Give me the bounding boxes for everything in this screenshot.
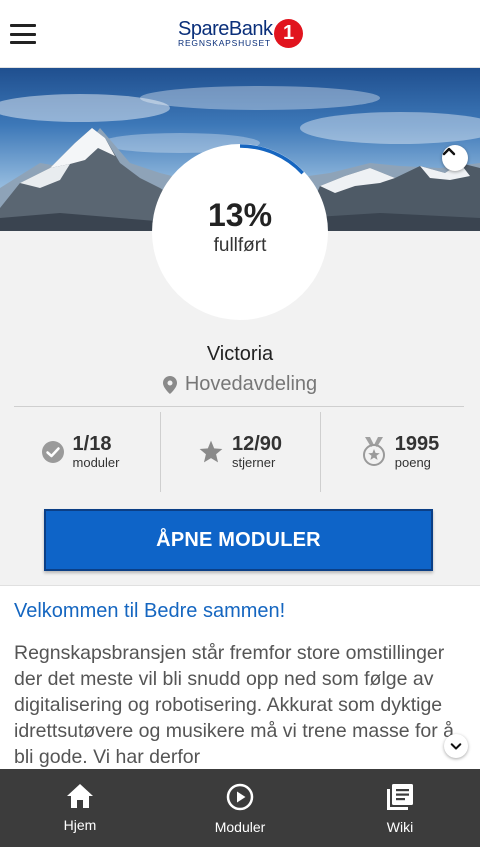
home-icon	[67, 784, 93, 808]
nav-item-wiki[interactable]: Wiki	[320, 769, 480, 847]
location-pin-icon	[162, 375, 177, 394]
stat-value: 12/90	[231, 433, 283, 455]
nav-item-home[interactable]: Hjem	[0, 769, 160, 847]
profile-divider	[14, 406, 464, 407]
play-circle-icon	[226, 783, 254, 811]
chevron-up-icon	[442, 147, 456, 156]
library-icon	[387, 784, 413, 810]
logo-badge: 1	[274, 19, 303, 48]
department-label: Hovedavdeling	[184, 373, 318, 395]
user-department: Hovedavdeling	[0, 373, 480, 396]
star-icon	[199, 440, 223, 463]
stat-label: poeng	[394, 455, 431, 470]
user-name: Victoria	[206, 343, 274, 365]
article-title: Velkommen til Bedre sammen!	[14, 600, 286, 622]
stat-points: 1995 poeng	[320, 412, 480, 492]
medal-icon	[362, 437, 385, 466]
stat-label: stjerner	[231, 455, 276, 470]
nav-item-modules[interactable]: Moduler	[160, 769, 320, 847]
sparebank-logo[interactable]: SpareBank REGNSKAPSHUSET 1	[178, 18, 304, 52]
stat-stars: 12/90 stjerner	[160, 412, 320, 492]
stats-row: 1/18 moduler 12/90 stjerner 1995 poeng	[0, 412, 480, 492]
article-body: Regnskapsbransjen står fremfor store oms…	[14, 642, 454, 768]
logo-name: SpareBank	[178, 18, 273, 40]
welcome-article[interactable]: Velkommen til Bedre sammen! Regnskapsbra…	[0, 585, 480, 769]
stat-modules: 1/18 moduler	[0, 412, 160, 492]
collapse-button[interactable]	[442, 145, 468, 171]
scroll-down-button[interactable]	[444, 734, 468, 758]
chevron-down-icon	[450, 743, 462, 750]
stat-value: 1995	[394, 433, 440, 455]
nav-label-modules: Moduler	[214, 819, 266, 835]
stat-value: 1/18	[72, 433, 112, 455]
progress-percent: 13%	[207, 197, 273, 233]
progress-label: fullført	[213, 235, 267, 256]
bottom-navigation: Hjem Moduler Wiki	[0, 769, 480, 847]
nav-label-home: Hjem	[63, 817, 97, 833]
stat-label: moduler	[72, 455, 120, 470]
hamburger-menu-icon[interactable]	[10, 24, 36, 44]
logo-subtitle: REGNSKAPSHUSET	[178, 38, 271, 48]
nav-label-wiki: Wiki	[386, 819, 414, 835]
check-circle-icon	[41, 441, 64, 463]
app-header: SpareBank REGNSKAPSHUSET 1	[0, 0, 480, 68]
open-modules-button[interactable]: ÅPNE MODULER	[44, 509, 433, 571]
progress-ring: 13% fullført	[151, 143, 329, 321]
